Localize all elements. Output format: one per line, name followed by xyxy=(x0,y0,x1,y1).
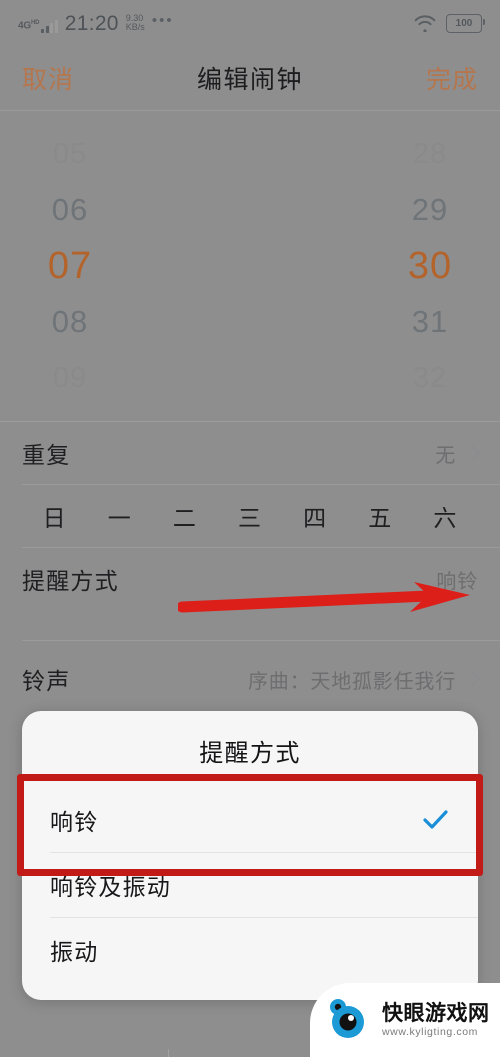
status-bar-right: 100 xyxy=(413,13,485,33)
repeat-row-value: 无 xyxy=(435,439,481,468)
weekday-sunday[interactable]: 日 xyxy=(22,499,87,533)
hour-option-selected[interactable]: 07 xyxy=(48,238,92,294)
top-navigation-bar: 取消 编辑闹钟 完成 xyxy=(0,46,500,110)
chevron-right-icon xyxy=(463,670,481,687)
reminder-mode-value: 响铃 xyxy=(436,565,478,594)
weekday-saturday[interactable]: 六 xyxy=(413,499,478,533)
time-picker[interactable]: 05 06 07 08 09 28 29 30 31 32 xyxy=(0,111,500,421)
hour-option[interactable]: 08 xyxy=(52,294,88,350)
weekday-wednesday[interactable]: 三 xyxy=(217,499,282,533)
weekday-monday[interactable]: 一 xyxy=(87,499,152,533)
hour-option[interactable]: 09 xyxy=(53,350,87,406)
minute-option[interactable]: 29 xyxy=(412,182,448,238)
network-speed-indicator: 9.30 KB/s xyxy=(125,13,145,33)
ringtone-value-text: 序曲：天地孤影任我行 xyxy=(248,670,456,693)
minute-option-selected[interactable]: 30 xyxy=(408,238,452,294)
reminder-mode-bottom-divider xyxy=(22,640,500,641)
reminder-mode-value-text: 响铃 xyxy=(436,570,478,593)
status-overflow-dots-icon: ••• xyxy=(151,12,174,29)
dialog-option-ring[interactable]: 响铃 xyxy=(22,788,478,852)
cellular-signal-indicator: 4GHD xyxy=(18,13,58,33)
hour-option[interactable]: 05 xyxy=(53,126,87,182)
done-button[interactable]: 完成 xyxy=(426,60,478,96)
reminder-mode-row[interactable]: 提醒方式 响铃 xyxy=(0,548,500,610)
watermark-site-name: 快眼游戏网 xyxy=(382,1001,490,1025)
status-bar: 4GHD 21:20 9.30 KB/s ••• 100 xyxy=(0,0,500,46)
cancel-button[interactable]: 取消 xyxy=(22,60,74,96)
battery-indicator: 100 xyxy=(446,13,485,33)
repeat-row[interactable]: 重复 无 xyxy=(0,422,500,484)
watermark-url: www.kyligting.com xyxy=(382,1026,478,1039)
status-clock: 21:20 xyxy=(64,11,119,35)
hour-option[interactable]: 06 xyxy=(52,182,88,238)
ringtone-row[interactable]: 铃声 序曲：天地孤影任我行 xyxy=(0,648,500,710)
phone-screen: 4GHD 21:20 9.30 KB/s ••• 100 取消 编辑闹钟 完成 … xyxy=(0,0,500,1057)
dialog-option-label: 响铃 xyxy=(50,809,99,835)
dialog-option-label: 响铃及振动 xyxy=(50,874,171,900)
dialog-option-ring-and-vibrate[interactable]: 响铃及振动 xyxy=(22,853,478,917)
dialog-title: 提醒方式 xyxy=(199,740,301,767)
status-bar-left: 4GHD 21:20 9.30 KB/s ••• xyxy=(18,13,174,34)
battery-level-label: 100 xyxy=(455,17,473,29)
site-watermark: 快眼游戏网 www.kyligting.com xyxy=(310,983,500,1057)
wifi-icon xyxy=(413,14,437,32)
repeat-row-label: 重复 xyxy=(22,442,71,468)
watermark-logo-icon xyxy=(324,996,374,1045)
repeat-value-text: 无 xyxy=(435,444,456,467)
checkmark-icon xyxy=(420,805,450,835)
reminder-mode-dialog: 提醒方式 响铃 响铃及振动 振动 xyxy=(22,711,478,1000)
weekday-thursday[interactable]: 四 xyxy=(283,499,348,533)
watermark-text: 快眼游戏网 www.kyligting.com xyxy=(382,1002,490,1038)
minute-option[interactable]: 28 xyxy=(413,126,447,182)
dialog-option-vibrate[interactable]: 振动 xyxy=(22,918,478,982)
minute-option[interactable]: 32 xyxy=(413,350,447,406)
weekday-tuesday[interactable]: 二 xyxy=(152,499,217,533)
ringtone-value: 序曲：天地孤影任我行 xyxy=(248,665,481,694)
ringtone-label: 铃声 xyxy=(22,668,71,694)
minute-option[interactable]: 31 xyxy=(412,294,448,350)
dialog-option-label: 振动 xyxy=(50,939,99,965)
weekday-friday[interactable]: 五 xyxy=(348,499,413,533)
signal-bars-icon xyxy=(41,20,58,33)
network-speed-unit: KB/s xyxy=(125,22,145,32)
network-type-label: 4GHD xyxy=(18,19,40,31)
hour-wheel[interactable]: 05 06 07 08 09 xyxy=(0,111,250,421)
weekday-selector[interactable]: 日 一 二 三 四 五 六 xyxy=(0,485,500,547)
chevron-right-icon xyxy=(463,444,481,461)
reminder-mode-label: 提醒方式 xyxy=(22,568,119,594)
minute-wheel[interactable]: 28 29 30 31 32 xyxy=(250,111,500,421)
